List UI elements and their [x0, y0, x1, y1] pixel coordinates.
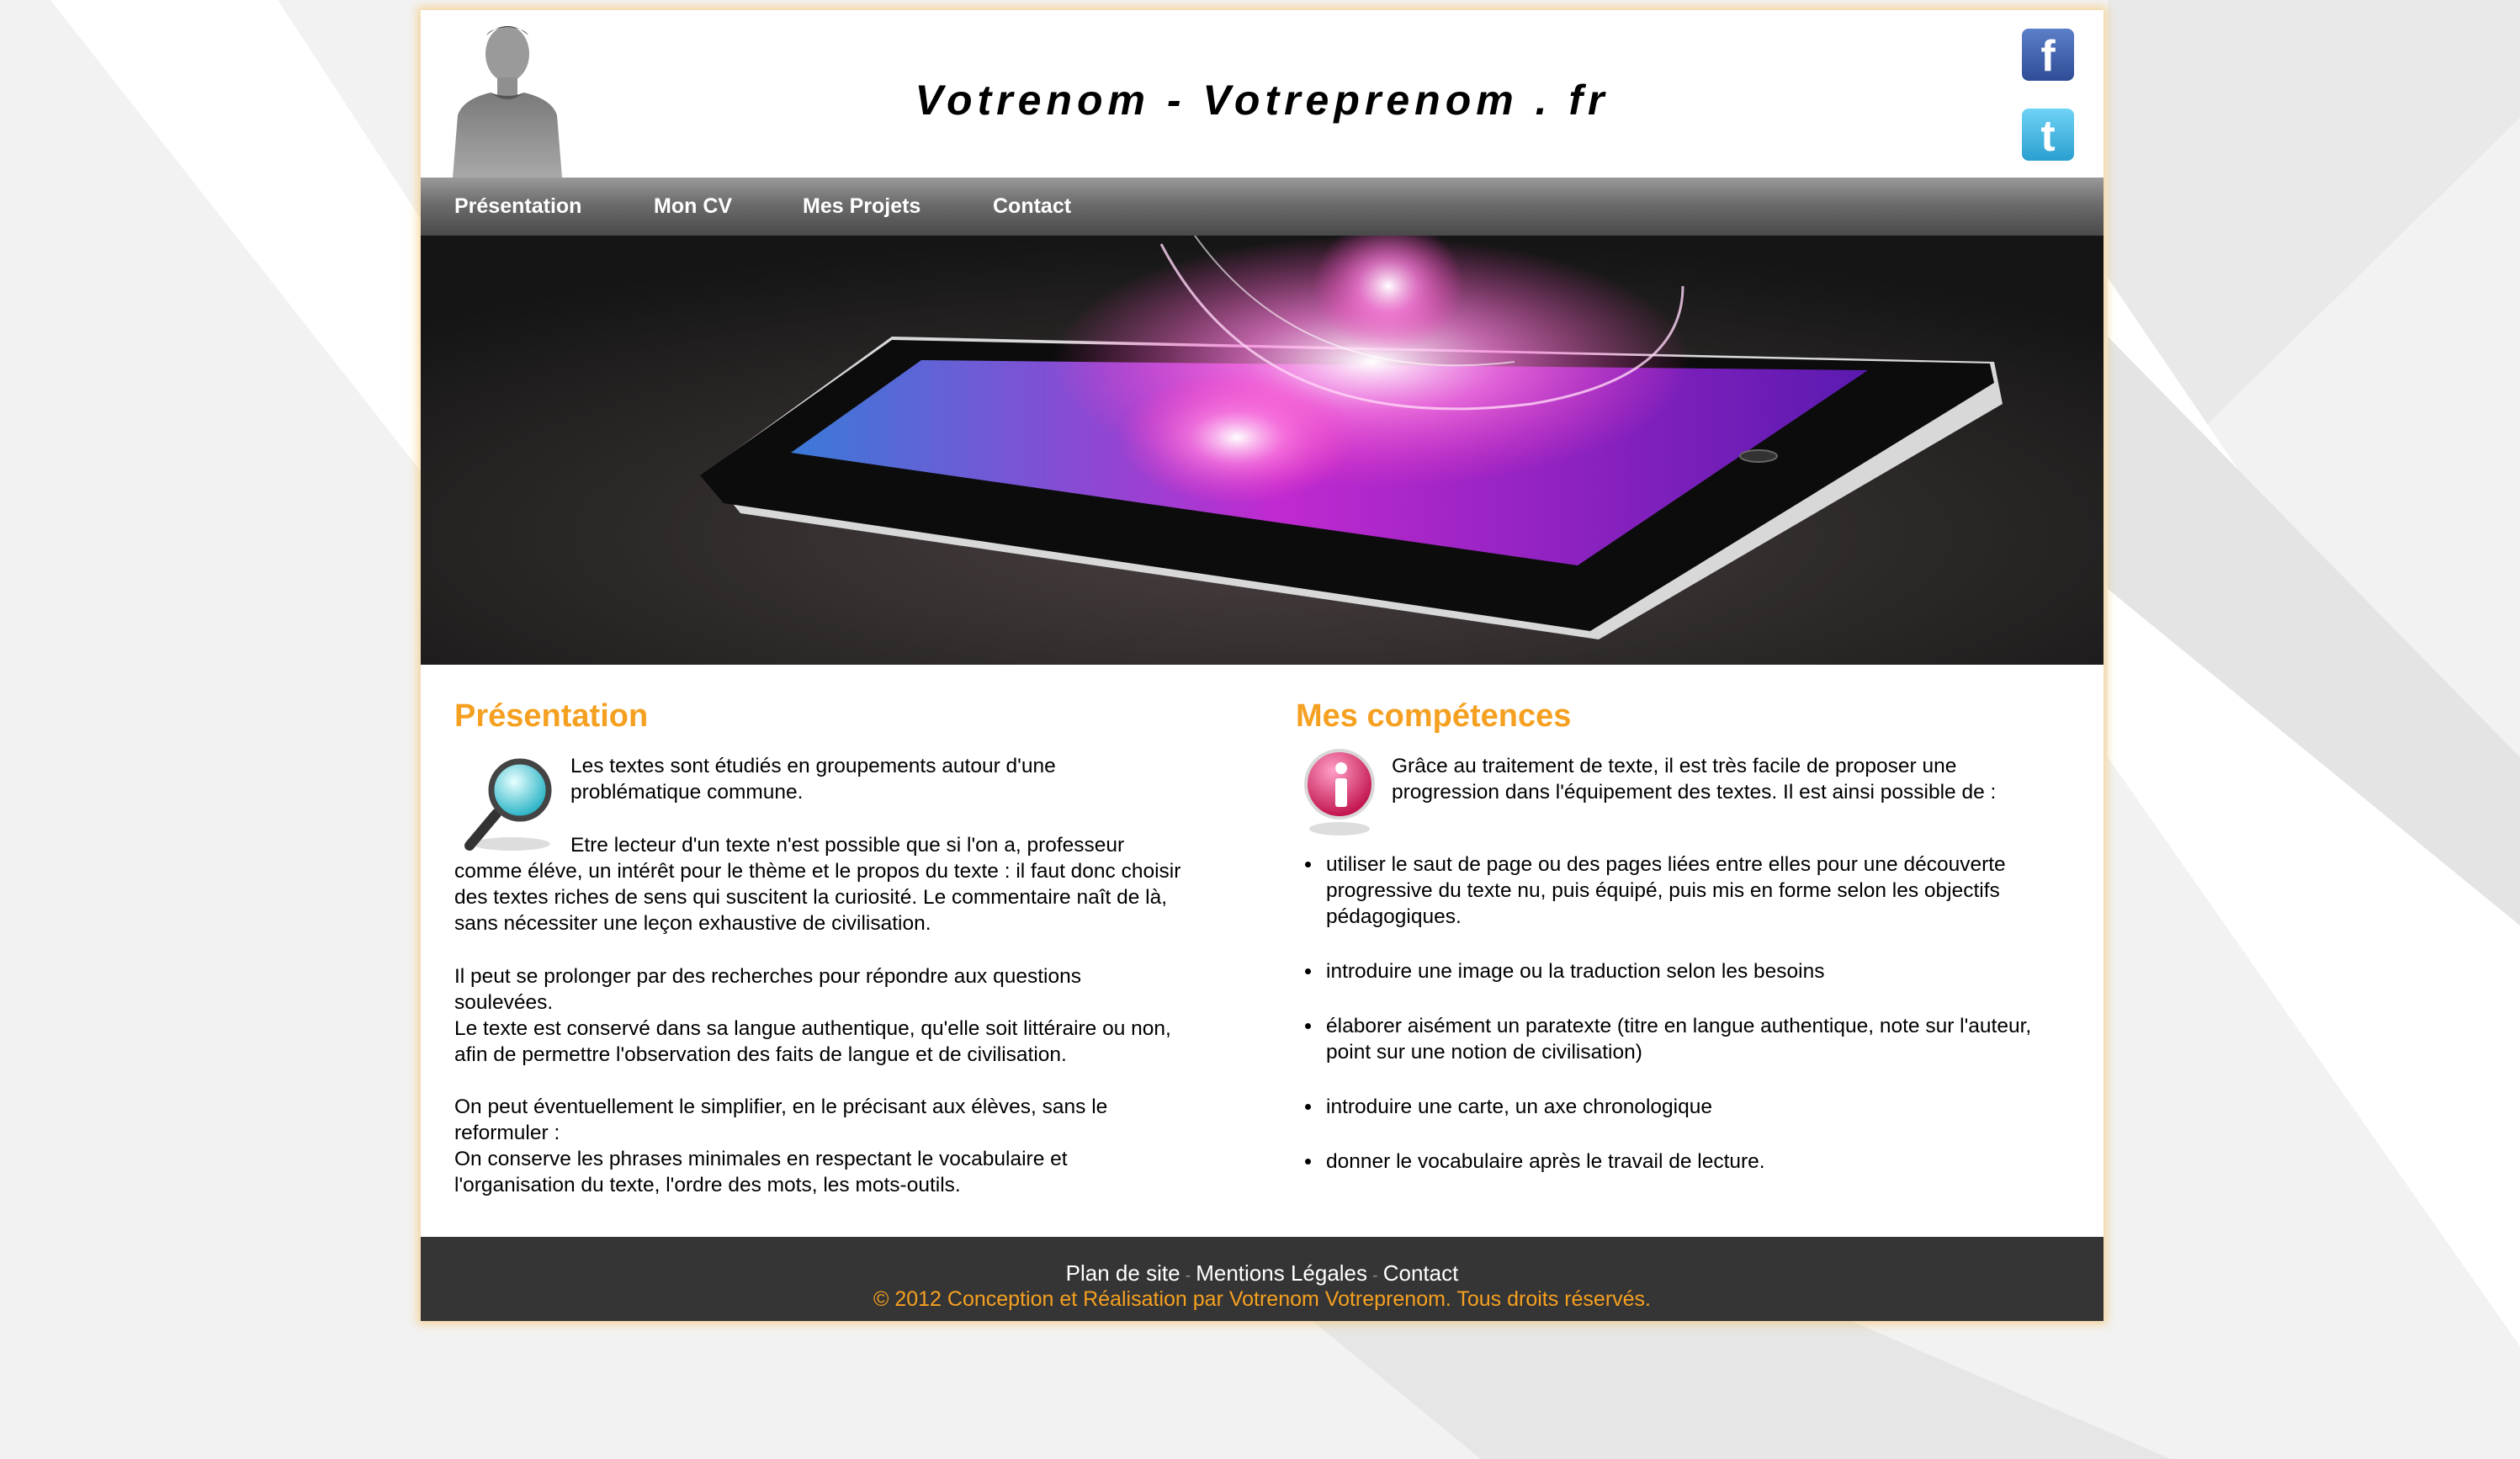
- presentation-text-4a: On peut éventuellement le simplifier, en…: [454, 1096, 1108, 1144]
- main-nav: Présentation Mon CV Mes Projets Contact: [421, 178, 2104, 236]
- site-footer: Plan de site - Mentions Légales - Contact © …: [421, 1237, 2104, 1321]
- copyright-text: © 2012 Conception et Réalisation par Vot…: [873, 1287, 1652, 1311]
- presentation-text-3a: Il peut se prolonger par des recherches …: [454, 965, 1081, 1014]
- tablet-image: [421, 236, 2104, 665]
- twitter-glyph: t: [2040, 112, 2056, 161]
- list-item: utiliser le saut de page ou des pages li…: [1323, 852, 2046, 930]
- presentation-text-3: Il peut se prolonger par des recherches …: [454, 963, 1185, 1198]
- site-title: Votrenom - Votreprenom . fr: [915, 77, 1610, 124]
- footer-link-plan-de-site[interactable]: Plan de site: [1066, 1260, 1180, 1286]
- info-icon: [1304, 749, 1375, 836]
- facebook-glyph: f: [2040, 32, 2056, 81]
- twitter-icon[interactable]: t: [2022, 109, 2074, 161]
- list-item: donner le vocabulaire après le travail d…: [1323, 1149, 2046, 1175]
- list-item: introduire une image ou la traduction se…: [1323, 958, 2046, 984]
- presentation-text-4b: On conserve les phrases minimales en res…: [454, 1148, 1068, 1196]
- list-item: introduire une carte, un axe chronologiq…: [1323, 1094, 2046, 1120]
- footer-separator: -: [1185, 1266, 1191, 1285]
- presentation-text-1: Les textes sont étudiés en groupements a…: [570, 755, 1056, 804]
- footer-separator: -: [1372, 1266, 1378, 1285]
- presentation-text-2: Etre lecteur d'un texte n'est possible q…: [454, 834, 1181, 935]
- hero-banner: [421, 236, 2104, 665]
- competences-title: Mes compétences: [1296, 698, 1572, 734]
- competences-intro: Grâce au traitement de texte, il est trè…: [1392, 755, 1997, 804]
- page-container: Votrenom - Votreprenom . fr f t Présenta…: [421, 10, 2104, 1321]
- presentation-text-3b: Le texte est conservé dans sa langue aut…: [454, 1017, 1171, 1066]
- competences-list: utiliser le saut de page ou des pages li…: [1296, 852, 2046, 1203]
- footer-link-mentions-legales[interactable]: Mentions Légales: [1196, 1260, 1367, 1286]
- nav-item-contact[interactable]: Contact: [993, 178, 1071, 236]
- nav-item-mon-cv[interactable]: Mon CV: [654, 178, 732, 236]
- list-item: élaborer aisément un paratexte (titre en…: [1323, 1013, 2046, 1065]
- nav-item-mes-projets[interactable]: Mes Projets: [803, 178, 920, 236]
- footer-link-contact[interactable]: Contact: [1383, 1260, 1459, 1286]
- facebook-icon[interactable]: f: [2022, 29, 2074, 81]
- nav-item-presentation[interactable]: Présentation: [454, 178, 581, 236]
- presentation-title: Présentation: [454, 698, 649, 734]
- site-header: Votrenom - Votreprenom . fr f t: [421, 10, 2104, 178]
- footer-links: Plan de site - Mentions Légales - Contact: [421, 1260, 2104, 1287]
